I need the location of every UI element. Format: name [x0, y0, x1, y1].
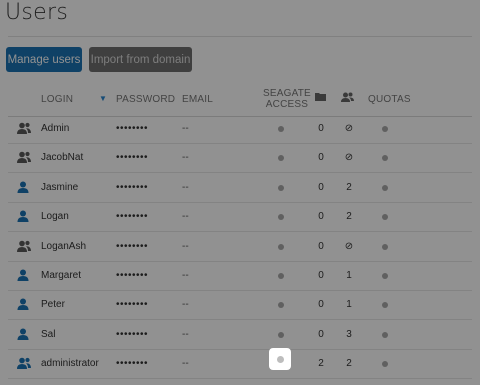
- user-login[interactable]: Peter: [41, 299, 65, 310]
- folder-count: 0: [318, 211, 324, 223]
- folder-count: 0: [318, 328, 324, 340]
- seagate-access-toggle[interactable]: [278, 302, 284, 309]
- table-row[interactable]: Logan •••••••• -- 0 2: [8, 202, 472, 233]
- table-row[interactable]: Sal •••••••• -- 0 3: [8, 320, 472, 350]
- folder-count: 0: [318, 270, 324, 281]
- group-count: ⊘: [344, 240, 354, 252]
- quota-indicator[interactable]: [382, 243, 388, 250]
- group-count: 2: [346, 211, 352, 223]
- user-login[interactable]: Logan: [41, 211, 69, 222]
- folder-count: 0: [318, 152, 324, 164]
- user-icon: [17, 328, 31, 340]
- user-icon: [17, 181, 31, 193]
- user-email[interactable]: --: [182, 211, 189, 222]
- group-count: 2: [346, 358, 352, 370]
- table-row[interactable]: Margaret •••••••• -- 0 1: [8, 261, 472, 291]
- folder-count: 0: [318, 299, 324, 311]
- user-password[interactable]: ••••••••: [116, 211, 148, 222]
- user-password[interactable]: ••••••••: [116, 182, 148, 193]
- folder-icon: [315, 92, 326, 104]
- table-row[interactable]: JacobNat •••••••• -- 0 ⊘: [8, 143, 472, 174]
- seagate-access-toggle[interactable]: [278, 155, 284, 162]
- admin-user-icon: [17, 240, 31, 252]
- table-row[interactable]: Peter •••••••• -- 0 1: [8, 290, 472, 321]
- user-email[interactable]: --: [182, 358, 189, 369]
- folder-count: 0: [318, 181, 324, 193]
- seagate-access-toggle[interactable]: [278, 214, 284, 221]
- sort-descending-icon[interactable]: ▼: [99, 94, 107, 103]
- admin-user-icon: [17, 122, 31, 134]
- user-email[interactable]: --: [182, 299, 189, 310]
- seagate-access-toggle[interactable]: [278, 273, 284, 279]
- group-count: ⊘: [344, 123, 354, 134]
- user-email[interactable]: --: [182, 182, 189, 193]
- seagate-access-line1: SEAGATE: [263, 88, 311, 99]
- user-password[interactable]: ••••••••: [116, 123, 148, 134]
- seagate-access-toggle[interactable]: [278, 331, 284, 338]
- column-header-login[interactable]: LOGIN: [41, 94, 73, 105]
- column-header-seagate-access: SEAGATE ACCESS: [263, 88, 311, 110]
- user-login[interactable]: JacobNat: [41, 152, 83, 163]
- seagate-access-indicator: [276, 355, 284, 363]
- group-icon: [341, 92, 354, 105]
- title-divider: [8, 36, 472, 37]
- column-header-quotas: QUOTAS: [368, 94, 411, 105]
- table-row[interactable]: administrator •••••••• -- 2 2: [8, 349, 472, 380]
- user-password[interactable]: ••••••••: [116, 299, 148, 310]
- user-password[interactable]: ••••••••: [116, 152, 148, 163]
- user-email[interactable]: --: [182, 152, 189, 163]
- group-count: 2: [346, 181, 352, 193]
- seagate-access-toggle[interactable]: [278, 243, 284, 250]
- quota-indicator[interactable]: [382, 331, 388, 338]
- user-email[interactable]: --: [182, 270, 189, 281]
- import-from-domain-button[interactable]: Import from domain: [89, 47, 192, 72]
- table-row[interactable]: Admin •••••••• -- 0 ⊘: [8, 114, 472, 144]
- group-count: ⊘: [344, 152, 354, 164]
- column-header-email: EMAIL: [182, 94, 214, 105]
- folder-count: 0: [318, 240, 324, 252]
- manage-users-button[interactable]: Manage users: [6, 47, 82, 72]
- admin-user-icon: [17, 151, 31, 164]
- user-password[interactable]: ••••••••: [116, 241, 148, 252]
- user-email[interactable]: --: [182, 241, 189, 252]
- folder-count: 0: [318, 123, 324, 134]
- user-login[interactable]: Admin: [41, 123, 69, 134]
- user-login[interactable]: Sal: [41, 329, 55, 340]
- user-login[interactable]: Margaret: [41, 270, 81, 281]
- seagate-access-toggle[interactable]: [278, 126, 284, 132]
- table-row[interactable]: LoganAsh •••••••• -- 0 ⊘: [8, 232, 472, 262]
- user-password[interactable]: ••••••••: [116, 329, 148, 340]
- group-count: 1: [346, 299, 352, 311]
- user-password[interactable]: ••••••••: [116, 270, 148, 281]
- user-login[interactable]: administrator: [41, 358, 99, 369]
- quota-indicator[interactable]: [382, 184, 388, 191]
- table-header: LOGIN ▼ PASSWORD EMAIL SEAGATE ACCESS QU…: [8, 86, 472, 114]
- quota-indicator[interactable]: [382, 214, 388, 221]
- admin-user-blue-icon: [17, 357, 31, 370]
- user-email[interactable]: --: [182, 123, 189, 134]
- user-email[interactable]: --: [182, 329, 189, 340]
- user-icon: [17, 298, 31, 311]
- table-row[interactable]: Jasmine •••••••• -- 0 2: [8, 173, 472, 203]
- user-password[interactable]: ••••••••: [116, 358, 148, 369]
- user-icon: [17, 269, 31, 281]
- seagate-access-toggle[interactable]: [278, 184, 284, 191]
- user-icon: [17, 210, 31, 223]
- quota-indicator[interactable]: [382, 361, 388, 368]
- seagate-access-line2: ACCESS: [265, 99, 309, 110]
- page-title: Users: [5, 0, 69, 25]
- quota-indicator[interactable]: [382, 302, 388, 309]
- quota-indicator[interactable]: [382, 273, 388, 279]
- column-header-password: PASSWORD: [116, 94, 176, 105]
- group-count: 3: [346, 328, 352, 340]
- seagate-access-toggle-highlighted[interactable]: [269, 348, 291, 370]
- folder-count: 2: [318, 358, 324, 370]
- quota-indicator[interactable]: [382, 155, 388, 162]
- group-count: 1: [346, 270, 352, 281]
- user-login[interactable]: Jasmine: [41, 182, 78, 193]
- user-login[interactable]: LoganAsh: [41, 241, 86, 252]
- quota-indicator[interactable]: [382, 126, 388, 132]
